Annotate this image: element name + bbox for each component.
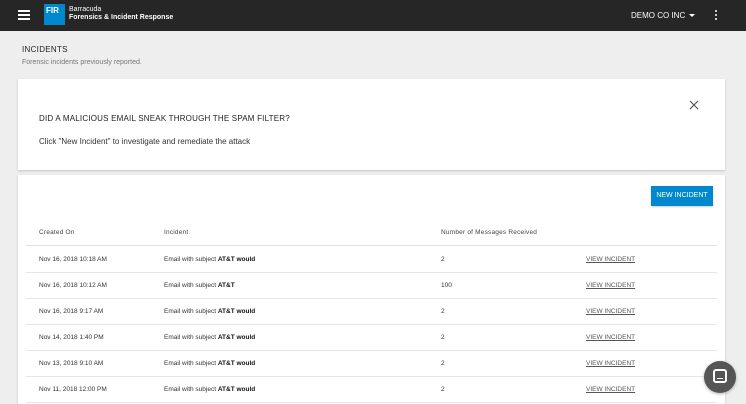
view-incident-link[interactable]: VIEW INCIDENT [586, 360, 635, 367]
incident-cell: Email with subject AT&T would [164, 256, 255, 263]
messages-count-cell: 2 [441, 360, 445, 367]
table-row: Nov 16, 2018 10:12 AM Email with subject… [26, 273, 717, 299]
logo-mark-text: FIR [46, 6, 59, 15]
incident-prefix: Email with subject [164, 386, 218, 393]
incident-subject: AT&T would [217, 308, 256, 315]
messages-count-cell: 2 [441, 256, 445, 263]
incident-prefix: Email with subject [164, 360, 218, 367]
incident-cell: Email with subject AT&T would [164, 308, 255, 315]
messages-count-cell: 2 [441, 334, 445, 341]
view-incident-link[interactable]: VIEW INCIDENT [586, 334, 635, 341]
new-incident-button[interactable]: NEW INCIDENT [651, 186, 713, 206]
view-incident-link[interactable]: VIEW INCIDENT [586, 256, 635, 263]
chat-icon[interactable] [704, 361, 736, 393]
alert-body: Click "New Incident" to investigate and … [39, 137, 251, 146]
messages-count-cell: 2 [441, 308, 445, 315]
incident-subject: AT&T would [217, 256, 256, 263]
column-header-incident: Incident [164, 229, 189, 236]
created-on-cell: Nov 11, 2018 12:00 PM [39, 386, 107, 393]
hamburger-menu-icon[interactable] [18, 10, 30, 20]
incident-subject: AT&T [217, 282, 235, 289]
incident-prefix: Email with subject [164, 334, 218, 341]
incident-cell: Email with subject AT&T would [164, 386, 255, 393]
page-title: INCIDENTS [22, 45, 68, 54]
table-row: Nov 14, 2018 1:40 PM Email with subject … [26, 325, 717, 351]
brand-name: Barracuda Forensics & Incident Response [69, 6, 173, 22]
org-selector[interactable]: DEMO CO INC [631, 11, 696, 20]
created-on-cell: Nov 16, 2018 10:18 AM [39, 256, 107, 263]
close-icon[interactable] [689, 100, 699, 110]
org-name: DEMO CO INC [631, 11, 686, 20]
created-on-cell: Nov 14, 2018 1:40 PM [39, 334, 104, 341]
top-app-bar: FIR Barracuda Forensics & Incident Respo… [0, 0, 746, 31]
table-row: Nov 11, 2018 12:00 PM Email with subject… [26, 377, 717, 403]
incident-subject: AT&T would [217, 360, 256, 367]
spam-filter-alert-card: DID A MALICIOUS EMAIL SNEAK THROUGH THE … [18, 79, 725, 170]
table-row: Nov 16, 2018 10:18 AM Email with subject… [26, 247, 717, 273]
fir-logo: FIR [44, 4, 65, 25]
column-header-messages: Number of Messages Received [441, 229, 538, 236]
brand-line-1: Barracuda [69, 6, 102, 13]
created-on-cell: Nov 16, 2018 10:12 AM [39, 282, 107, 289]
incident-subject: AT&T would [217, 334, 256, 341]
view-incident-link[interactable]: VIEW INCIDENT [586, 386, 635, 393]
incident-cell: Email with subject AT&T [164, 282, 235, 289]
page-subtitle: Forensic incidents previously reported. [22, 59, 142, 66]
table-header: Created On Incident Number of Messages R… [26, 222, 717, 246]
incidents-table-card: NEW INCIDENT Created On Incident Number … [18, 175, 725, 404]
incident-prefix: Email with subject [164, 282, 218, 289]
incident-cell: Email with subject AT&T would [164, 334, 255, 341]
messages-count-cell: 2 [441, 386, 445, 393]
table-row: Nov 13, 2018 9:10 AM Email with subject … [26, 351, 717, 377]
incident-cell: Email with subject AT&T would [164, 360, 255, 367]
incident-subject: AT&T would [217, 386, 256, 393]
brand-line-2: Forensics & Incident Response [69, 14, 174, 21]
view-incident-link[interactable]: VIEW INCIDENT [586, 308, 635, 315]
created-on-cell: Nov 13, 2018 9:10 AM [39, 360, 104, 367]
caret-down-icon [689, 14, 696, 18]
column-header-created-on: Created On [39, 229, 75, 236]
alert-title: DID A MALICIOUS EMAIL SNEAK THROUGH THE … [39, 114, 290, 123]
incident-prefix: Email with subject [164, 256, 218, 263]
created-on-cell: Nov 16, 2018 9:17 AM [39, 308, 104, 315]
table-row: Nov 16, 2018 9:17 AM Email with subject … [26, 299, 717, 325]
view-incident-link[interactable]: VIEW INCIDENT [586, 282, 635, 289]
kebab-menu-icon[interactable] [713, 10, 719, 22]
messages-count-cell: 100 [441, 282, 452, 289]
incident-prefix: Email with subject [164, 308, 218, 315]
